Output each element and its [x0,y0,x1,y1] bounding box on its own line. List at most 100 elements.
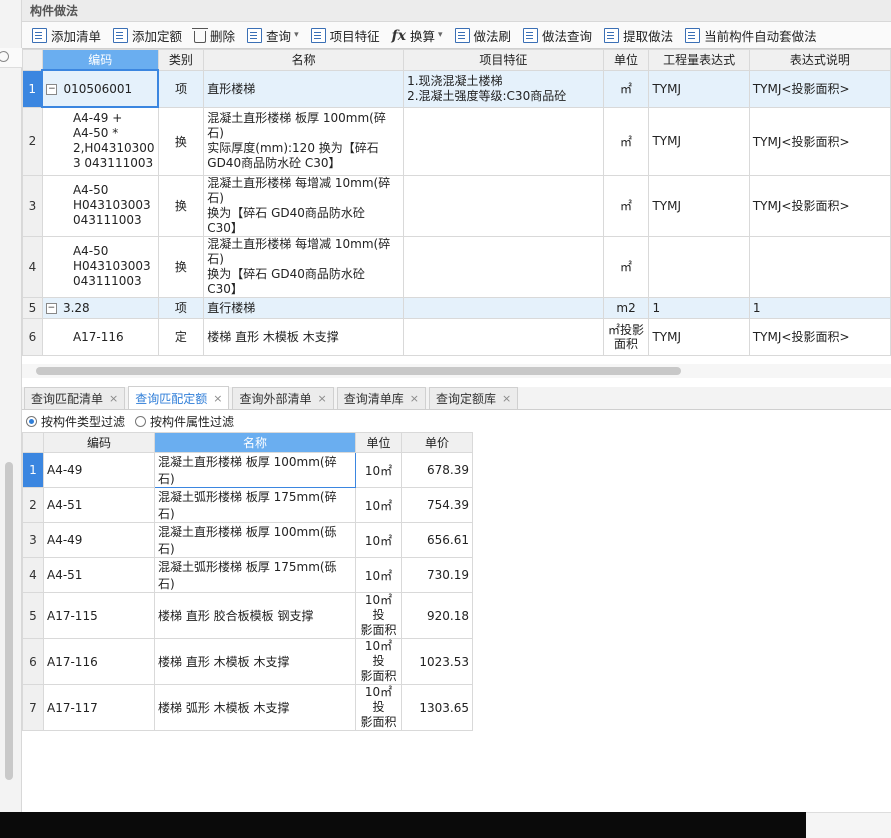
name-cell[interactable]: 混凝土弧形楼梯 板厚 175mm(砾石) [154,557,356,593]
add-list-button[interactable]: 添加清单 [26,23,107,47]
code-cell[interactable]: A4-51 [43,487,155,523]
price-cell[interactable]: 678.39 [401,452,473,488]
row-number[interactable]: 7 [22,684,44,731]
row-number[interactable]: 1 [22,452,44,488]
tab-match-list[interactable]: 查询匹配清单 × [24,387,126,409]
left-search-box[interactable] [0,48,22,68]
tab-external-list[interactable]: 查询外部清单 × [232,387,334,409]
feature-cell[interactable] [403,317,604,356]
table-row[interactable]: 1 −010506001 项 直形楼梯 1.现浇混凝土楼梯 2.混凝土强度等级:… [22,69,891,108]
feature-button[interactable]: 项目特征 [305,23,386,47]
table-row[interactable]: 4 A4-50 H043103003 043111003 换 混凝土直形楼梯 每… [22,235,891,298]
table-row[interactable]: 4 A4-51 混凝土弧形楼梯 板厚 175mm(砾石) 10㎡ 730.19 [22,557,473,593]
tab-quota-library[interactable]: 查询定额库 × [428,387,519,409]
close-icon[interactable]: × [502,392,511,405]
row-number[interactable]: 6 [22,317,43,356]
unit-cell[interactable]: 10㎡ [355,522,402,558]
tab-list-library[interactable]: 查询清单库 × [336,387,426,409]
name-cell[interactable]: 混凝土弧形楼梯 板厚 175mm(碎石) [154,487,356,523]
header-feature[interactable]: 项目特征 [403,49,604,71]
unit-cell[interactable]: 10㎡投 影面积 [355,684,402,731]
header-category[interactable]: 类别 [157,49,205,71]
row-number[interactable]: 1 [22,69,43,108]
code-cell[interactable]: A4-49 + A4-50 * 2,H04310300 3 043111003 [41,106,159,176]
close-icon[interactable]: × [410,392,419,405]
table-row[interactable]: 6 A17-116 楼梯 直形 木模板 木支撑 10㎡投 影面积 1023.53 [22,638,473,685]
price-cell[interactable]: 730.19 [401,557,473,593]
header-name[interactable]: 名称 [203,49,405,71]
row-number[interactable]: 2 [22,106,43,176]
convert-button[interactable]: fx 换算 ▾ [386,23,449,47]
header-expression-desc[interactable]: 表达式说明 [748,49,891,71]
unit-cell[interactable]: ㎡ [602,174,650,237]
code-cell[interactable]: −3.28 [41,296,159,319]
header-price[interactable]: 单价 [401,432,473,453]
code-cell[interactable]: A4-49 [43,522,155,558]
expression-cell[interactable]: TYMJ [648,69,750,108]
expression-cell[interactable]: TYMJ [648,106,750,176]
header-code[interactable]: 编码 [43,432,155,453]
expression-cell[interactable]: TYMJ [648,174,750,237]
category-cell[interactable]: 项 [157,69,205,108]
name-cell[interactable]: 混凝土直形楼梯 板厚 100mm(碎石) [154,452,356,488]
price-cell[interactable]: 1023.53 [401,638,473,685]
header-unit[interactable]: 单位 [602,49,650,71]
unit-cell[interactable]: 10㎡ [355,452,402,488]
feature-cell[interactable] [403,174,604,237]
name-cell[interactable]: 混凝土直形楼梯 每增减 10mm(碎石) 换为【碎石 GD40商品防水砼 C30… [203,174,405,237]
expression-desc-cell[interactable]: 1 [748,296,891,319]
row-number[interactable]: 4 [22,557,44,593]
expression-cell[interactable]: 1 [648,296,750,319]
feature-cell[interactable] [403,106,604,176]
filter-by-attribute-radio[interactable]: 按构件属性过滤 [135,413,234,430]
price-cell[interactable]: 1303.65 [401,684,473,731]
name-cell[interactable]: 楼梯 直形 胶合板模板 钢支撑 [154,592,356,639]
row-number[interactable]: 3 [22,522,44,558]
collapse-icon[interactable]: − [45,302,57,314]
left-scrollbar[interactable] [5,462,13,780]
table-row[interactable]: 3 A4-49 混凝土直形楼梯 板厚 100mm(砾石) 10㎡ 656.61 [22,522,473,558]
row-number[interactable]: 5 [22,296,43,319]
radio-checked-icon[interactable] [26,416,37,427]
header-unit[interactable]: 单位 [355,432,402,453]
name-cell[interactable]: 楼梯 直形 木模板 木支撑 [203,317,405,356]
expression-desc-cell[interactable]: TYMJ<投影面积> [748,106,891,176]
price-cell[interactable]: 754.39 [401,487,473,523]
category-cell[interactable]: 换 [157,106,205,176]
feature-cell[interactable] [403,235,604,298]
code-cell[interactable]: −010506001 [41,69,160,108]
name-cell[interactable]: 楼梯 弧形 木模板 木支撑 [154,684,356,731]
header-expression[interactable]: 工程量表达式 [648,49,750,71]
expression-cell[interactable]: TYMJ [648,317,750,356]
code-cell[interactable]: A17-115 [43,592,155,639]
extract-method-button[interactable]: 提取做法 [598,23,679,47]
row-number[interactable]: 2 [22,487,44,523]
close-icon[interactable]: × [317,392,326,405]
header-code[interactable]: 编码 [41,49,159,71]
query-button[interactable]: 查询 ▾ [241,23,305,47]
unit-cell[interactable]: ㎡ [602,69,650,108]
row-number[interactable]: 3 [22,174,43,237]
category-cell[interactable]: 定 [157,317,205,356]
radio-unchecked-icon[interactable] [135,416,147,427]
code-cell[interactable]: A4-50 H043103003 043111003 [41,174,159,237]
method-query-button[interactable]: 做法查询 [517,23,598,47]
unit-cell[interactable]: ㎡ [602,106,650,176]
row-number[interactable]: 4 [22,235,43,298]
tab-match-quota[interactable]: 查询匹配定额 × [128,386,230,409]
code-cell[interactable]: A17-116 [41,317,159,356]
code-cell[interactable]: A4-49 [43,452,155,488]
unit-cell[interactable]: m2 [602,296,650,319]
close-icon[interactable]: × [109,392,118,405]
code-cell[interactable]: A4-50 H043103003 043111003 [41,235,159,298]
category-cell[interactable]: 项 [157,296,205,319]
code-cell[interactable]: A4-51 [43,557,155,593]
name-cell[interactable]: 混凝土直形楼梯 板厚 100mm(砾石) [154,522,356,558]
table-row[interactable]: 3 A4-50 H043103003 043111003 换 混凝土直形楼梯 每… [22,174,891,237]
name-cell[interactable]: 楼梯 直形 木模板 木支撑 [154,638,356,685]
unit-cell[interactable]: 10㎡投 影面积 [355,638,402,685]
unit-cell[interactable]: ㎡ [602,235,650,298]
table-row[interactable]: 2 A4-49 + A4-50 * 2,H04310300 3 04311100… [22,106,891,176]
price-cell[interactable]: 656.61 [401,522,473,558]
price-cell[interactable]: 920.18 [401,592,473,639]
